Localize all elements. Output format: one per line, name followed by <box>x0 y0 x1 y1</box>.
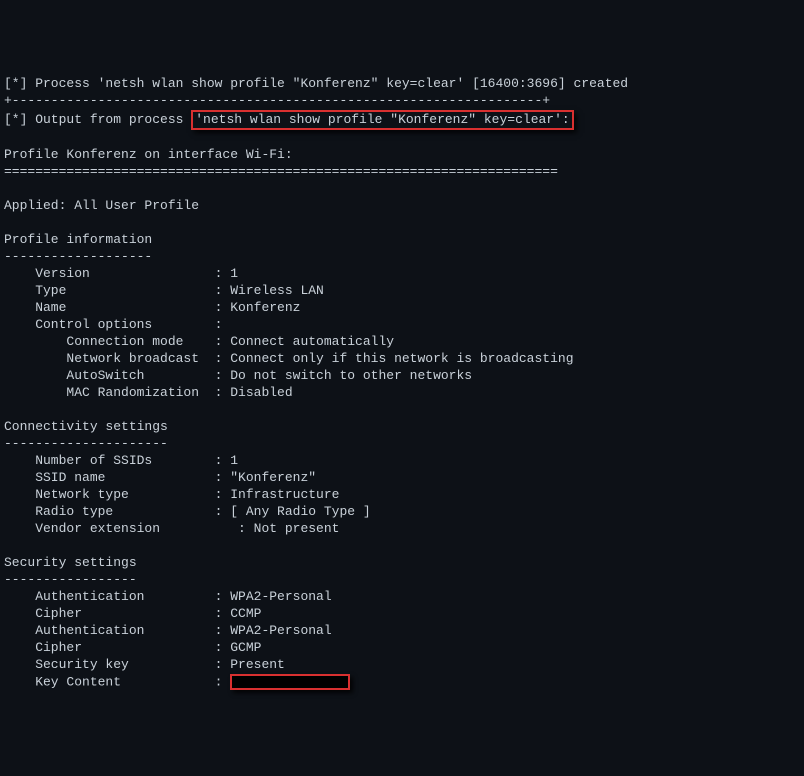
section-header: Security settings <box>4 555 800 572</box>
output-line: Network type : Infrastructure <box>4 487 800 504</box>
highlighted-command: 'netsh wlan show profile "Konferenz" key… <box>191 110 573 131</box>
output-line: Cipher : CCMP <box>4 606 800 623</box>
output-line: Radio type : [ Any Radio Type ] <box>4 504 800 521</box>
output-line <box>4 538 800 555</box>
output-line: Control options : <box>4 317 800 334</box>
output-line: Authentication : WPA2-Personal <box>4 623 800 640</box>
output-line: Cipher : GCMP <box>4 640 800 657</box>
output-line: Vendor extension : Not present <box>4 521 800 538</box>
terminal-output: [*] Process 'netsh wlan show profile "Ko… <box>4 76 800 692</box>
output-text: [*] Output from process <box>4 112 191 127</box>
output-line: ----------------- <box>4 572 800 589</box>
output-line <box>4 402 800 419</box>
output-line: AutoSwitch : Do not switch to other netw… <box>4 368 800 385</box>
section-header: Connectivity settings <box>4 419 800 436</box>
output-line <box>4 215 800 232</box>
output-line: Connection mode : Connect automatically <box>4 334 800 351</box>
key-content-label: Key Content : <box>4 675 230 690</box>
output-line: Number of SSIDs : 1 <box>4 453 800 470</box>
output-line: --------------------- <box>4 436 800 453</box>
output-line: ========================================… <box>4 164 800 181</box>
output-line: +---------------------------------------… <box>4 93 800 110</box>
output-line: Authentication : WPA2-Personal <box>4 589 800 606</box>
output-line: [*] Output from process 'netsh wlan show… <box>4 110 800 131</box>
output-line: Security key : Present <box>4 657 800 674</box>
output-line: Type : Wireless LAN <box>4 283 800 300</box>
output-line: [*] Process 'netsh wlan show profile "Ko… <box>4 76 800 93</box>
output-line: Applied: All User Profile <box>4 198 800 215</box>
section-header: Profile information <box>4 232 800 249</box>
output-line <box>4 181 800 198</box>
redacted-password <box>230 674 350 690</box>
output-line: ------------------- <box>4 249 800 266</box>
output-line: Key Content : <box>4 674 800 691</box>
output-line: Name : Konferenz <box>4 300 800 317</box>
output-line: Version : 1 <box>4 266 800 283</box>
output-line: SSID name : "Konferenz" <box>4 470 800 487</box>
output-line: MAC Randomization : Disabled <box>4 385 800 402</box>
output-line: Network broadcast : Connect only if this… <box>4 351 800 368</box>
output-line <box>4 130 800 147</box>
output-line: Profile Konferenz on interface Wi-Fi: <box>4 147 800 164</box>
